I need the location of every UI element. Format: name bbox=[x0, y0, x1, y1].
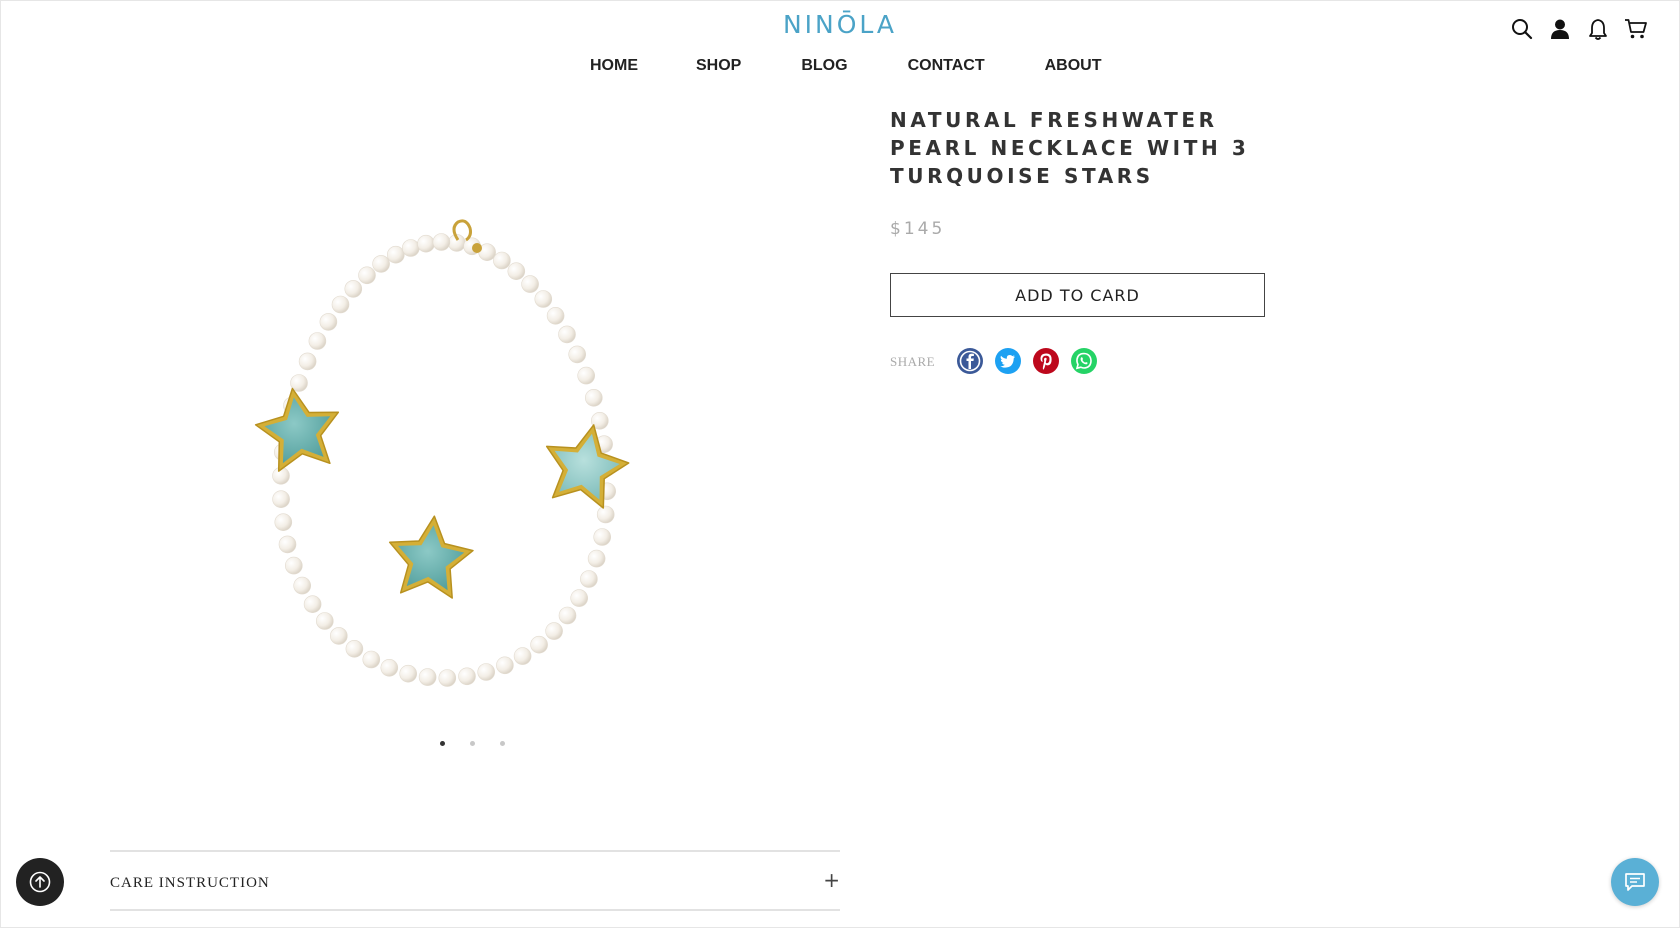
pearl-bead bbox=[513, 647, 532, 665]
pearl-bead bbox=[372, 255, 390, 273]
header-icons bbox=[1510, 17, 1648, 41]
pearl-bead bbox=[587, 549, 606, 568]
pearl-bead bbox=[568, 345, 587, 364]
product-image[interactable] bbox=[244, 200, 684, 730]
pearl-bead bbox=[272, 490, 290, 509]
pearl-bead bbox=[546, 307, 565, 325]
carousel-dot-1[interactable] bbox=[440, 741, 445, 746]
carousel-dot-3[interactable] bbox=[500, 741, 505, 746]
pearl-bead bbox=[558, 606, 577, 625]
product-price: $145 bbox=[890, 219, 946, 239]
pearl-bead bbox=[584, 389, 603, 407]
chat-icon bbox=[1625, 873, 1645, 891]
pearl-bead bbox=[418, 668, 437, 686]
pearl-bead bbox=[298, 352, 317, 371]
pearl-bead bbox=[545, 622, 563, 640]
pearl-bead bbox=[577, 366, 596, 385]
cart-icon[interactable] bbox=[1624, 17, 1648, 41]
pearl-bead bbox=[530, 635, 548, 654]
twitter-icon[interactable] bbox=[994, 347, 1022, 375]
pearl-bead bbox=[507, 262, 526, 280]
pearl-bead bbox=[308, 332, 327, 350]
pearl-bead bbox=[380, 658, 399, 677]
pearl-bead bbox=[570, 589, 589, 607]
share-label: SHARE bbox=[890, 354, 936, 369]
pearl-bead bbox=[477, 663, 495, 681]
pearl-bead bbox=[496, 656, 514, 675]
pearl-bead bbox=[558, 325, 576, 344]
user-icon[interactable] bbox=[1548, 17, 1572, 41]
main-nav: HOME SHOP BLOG CONTACT ABOUT bbox=[590, 57, 1101, 75]
pearl-bead bbox=[278, 535, 297, 554]
pearl-bead bbox=[387, 245, 405, 264]
nav-shop[interactable]: SHOP bbox=[696, 57, 741, 75]
share-icons bbox=[956, 347, 1108, 375]
search-icon[interactable] bbox=[1510, 17, 1534, 41]
pearl-bead bbox=[534, 290, 553, 308]
pearl-bead bbox=[284, 556, 303, 575]
brand-logo[interactable]: NINŌLA bbox=[0, 10, 1680, 39]
nav-home[interactable]: HOME bbox=[590, 57, 638, 75]
expand-plus-icon[interactable]: + bbox=[823, 868, 840, 892]
pearl-bead bbox=[293, 576, 312, 595]
pearl-bead bbox=[274, 513, 293, 532]
pearl-bead bbox=[345, 639, 364, 658]
pearl-bead bbox=[596, 505, 615, 524]
pearl-bead bbox=[521, 275, 539, 293]
scroll-to-top-button[interactable] bbox=[16, 858, 64, 906]
pearl-bead bbox=[402, 239, 420, 257]
pearl-bead bbox=[316, 612, 334, 630]
nav-about[interactable]: ABOUT bbox=[1045, 57, 1102, 75]
pearl-bead bbox=[331, 295, 350, 314]
product-title: NATURAL FRESHWATER PEARL NECKLACE WITH 3… bbox=[890, 108, 1250, 188]
pearl-bead bbox=[458, 667, 476, 686]
pearl-bead bbox=[344, 280, 363, 298]
whatsapp-icon[interactable] bbox=[1070, 347, 1098, 375]
facebook-icon[interactable] bbox=[956, 347, 984, 375]
pearl-bead bbox=[432, 233, 451, 251]
pearl-bead bbox=[362, 650, 381, 669]
pearl-bead bbox=[358, 266, 376, 285]
nav-blog[interactable]: BLOG bbox=[801, 57, 847, 75]
pearl-bead bbox=[493, 251, 511, 270]
nav-contact[interactable]: CONTACT bbox=[908, 57, 985, 75]
necklace-illustration bbox=[254, 219, 630, 687]
pearl-bead bbox=[303, 595, 322, 614]
care-instruction-label: CARE INSTRUCTION bbox=[110, 875, 270, 891]
care-instruction-accordion[interactable]: CARE INSTRUCTION + bbox=[110, 850, 840, 911]
pearl-bead bbox=[330, 627, 348, 645]
bell-icon[interactable] bbox=[1586, 17, 1610, 41]
pearl-bead bbox=[399, 664, 417, 683]
pearl-bead bbox=[593, 528, 612, 546]
carousel-dot-2[interactable] bbox=[470, 741, 475, 746]
pinterest-icon[interactable] bbox=[1032, 347, 1060, 375]
image-carousel-dots bbox=[440, 741, 530, 746]
add-to-cart-button[interactable]: ADD TO CARD bbox=[890, 273, 1265, 317]
arrow-up-icon bbox=[29, 871, 51, 893]
pearl-bead bbox=[417, 234, 435, 253]
pearl-bead bbox=[580, 570, 598, 588]
pearl-bead bbox=[438, 669, 457, 687]
chat-button[interactable] bbox=[1611, 858, 1659, 906]
pearl-bead bbox=[319, 313, 338, 331]
